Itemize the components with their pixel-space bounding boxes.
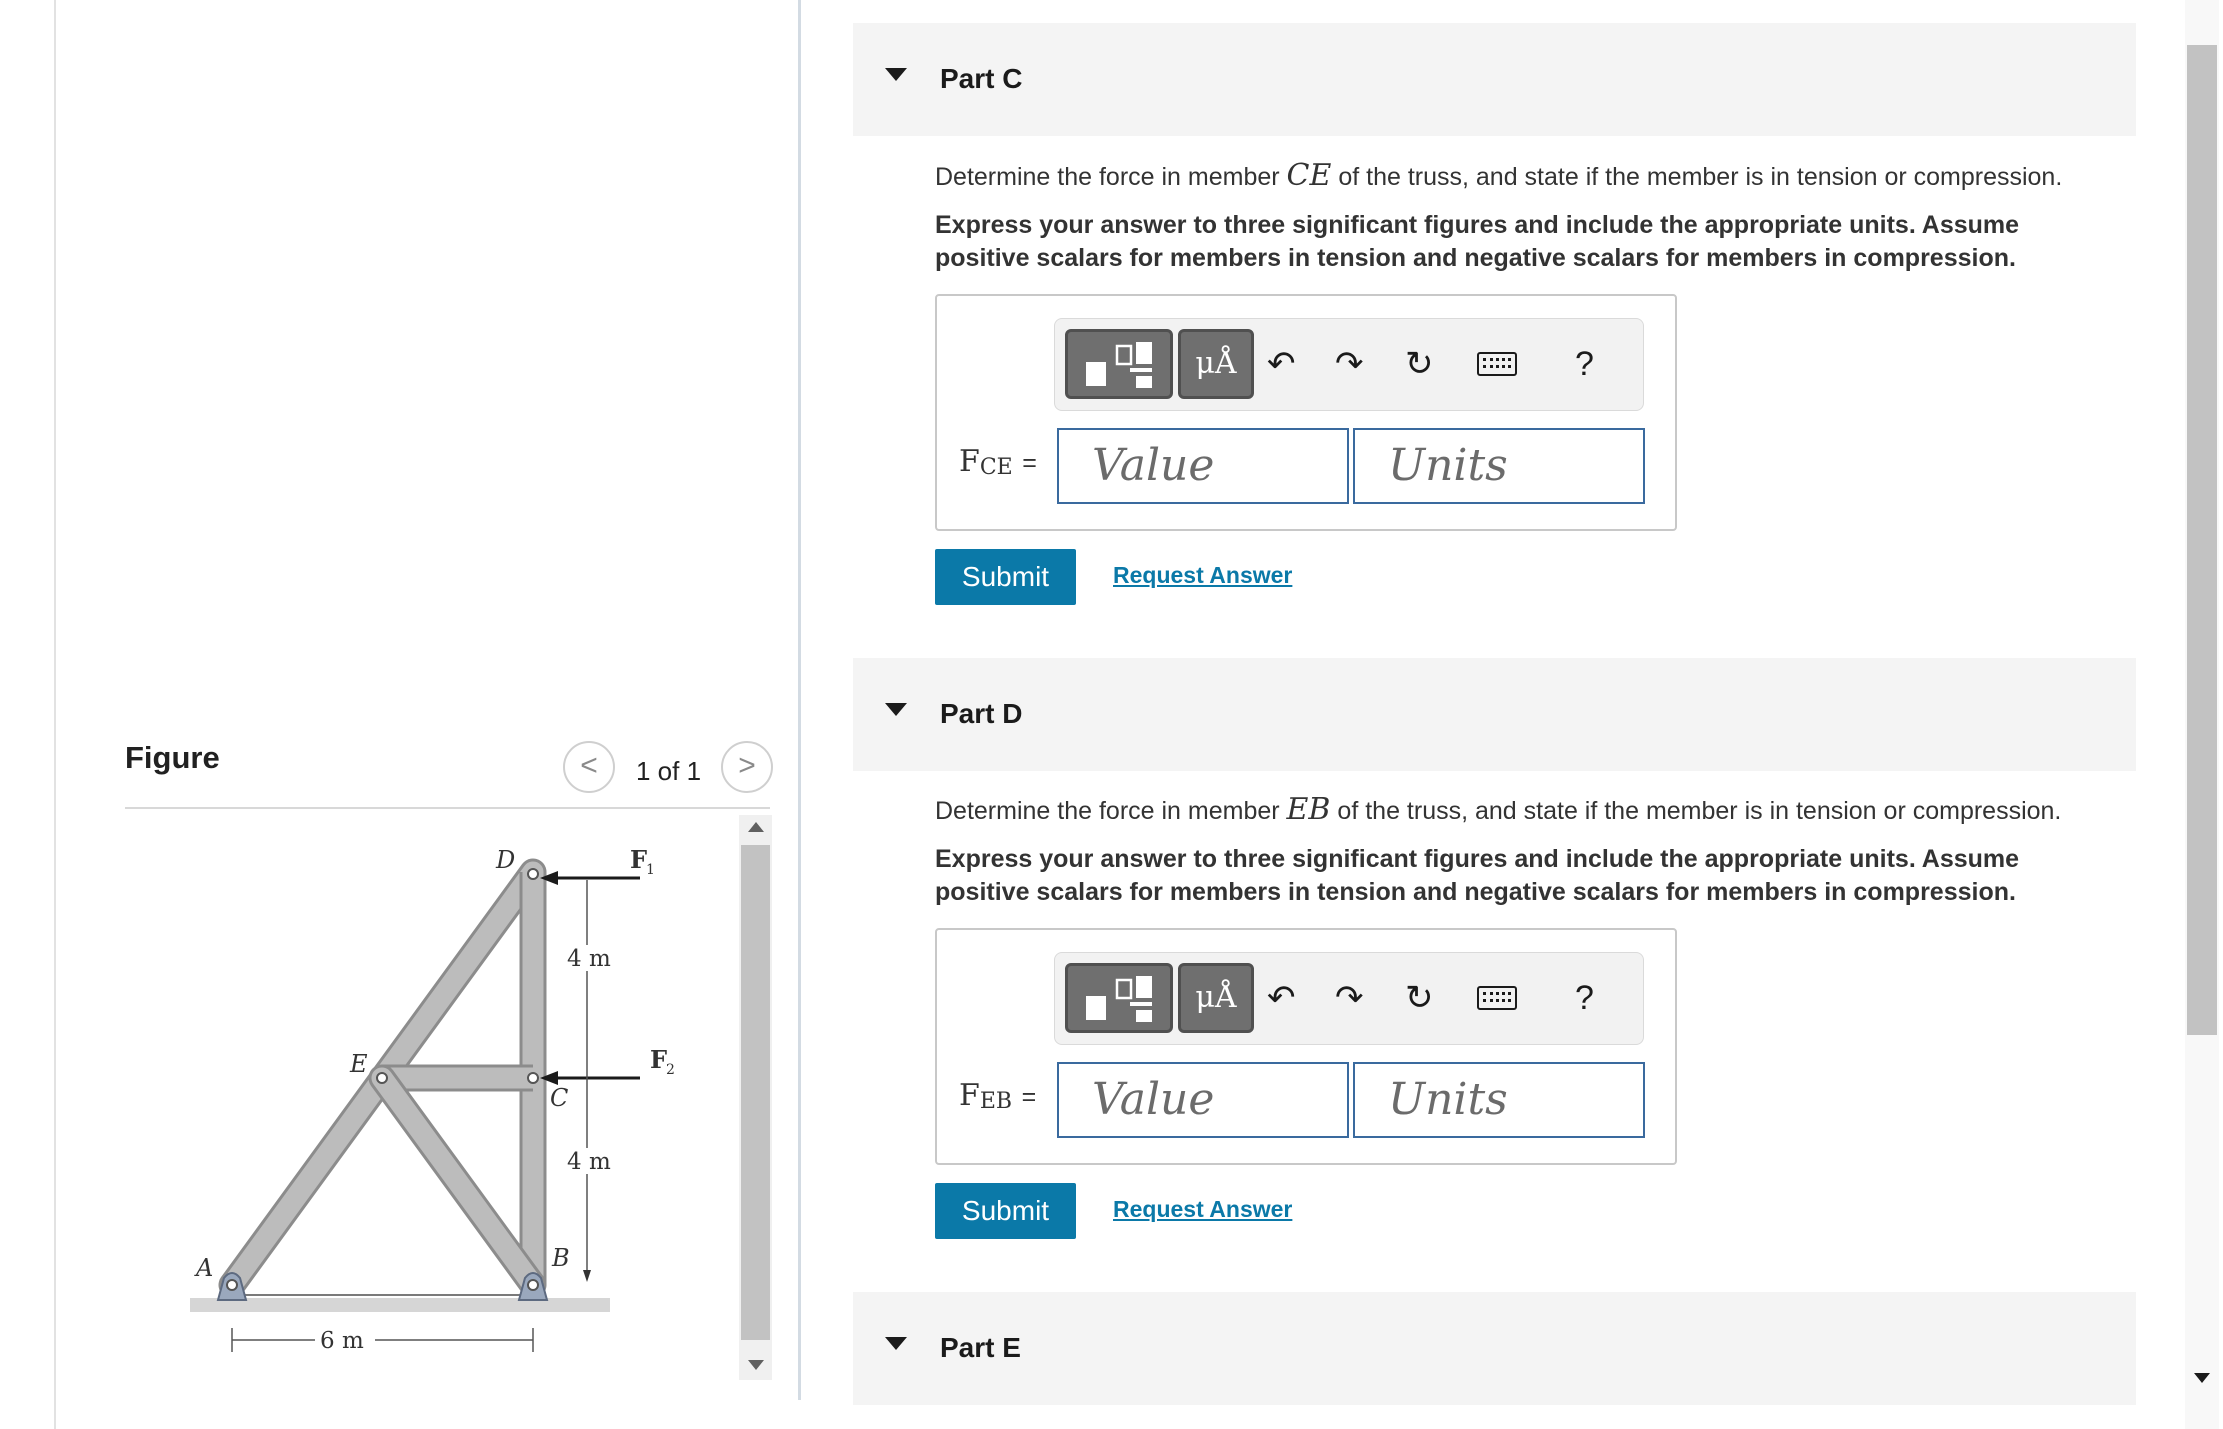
pin-C — [527, 1072, 539, 1084]
part-d-instructions: Express your answer to three significant… — [935, 845, 2020, 906]
units-button[interactable]: μÅ — [1178, 329, 1254, 399]
part-d-submit-button[interactable]: Submit — [935, 1183, 1076, 1239]
part-d-prompt: Determine the force in member EB of the … — [935, 792, 2062, 827]
pin-A — [226, 1279, 238, 1291]
dim-vertical-arrowhead — [583, 1270, 591, 1282]
undo-icon[interactable]: ↶ — [1267, 978, 1296, 1018]
help-button[interactable]: ? — [1575, 978, 1594, 1018]
figure-header-rule — [125, 807, 770, 809]
part-c-instructions: Express your answer to three significant… — [935, 211, 2020, 272]
units-input[interactable]: Units — [1353, 428, 1645, 504]
member-symbol: EB — [1286, 792, 1331, 827]
figure-next-button[interactable]: > — [721, 741, 773, 793]
keyboard-icon[interactable] — [1477, 352, 1517, 376]
member-symbol: CE — [1286, 158, 1332, 193]
help-button[interactable]: ? — [1575, 344, 1594, 384]
equation-label: FEB = — [959, 1078, 1037, 1114]
templates-button[interactable] — [1065, 329, 1173, 399]
label-dim-top: 4 m — [567, 946, 611, 972]
pin-E — [376, 1072, 388, 1084]
templates-button[interactable] — [1065, 963, 1173, 1033]
keyboard-icon[interactable] — [1477, 986, 1517, 1010]
figure-scroll-up-icon[interactable] — [748, 822, 764, 832]
undo-icon[interactable]: ↶ — [1267, 344, 1296, 384]
part-d-title: Part D — [940, 698, 1023, 729]
math-toolbar: μÅ ↶ ↷ ↻ ? — [1054, 318, 1644, 411]
page-scroll-down-icon[interactable] — [2194, 1373, 2210, 1383]
truss-figure: D E C B A F 1 F 2 4 m 4 m 6 m — [190, 845, 675, 1354]
figure-prev-button[interactable]: < — [563, 741, 615, 793]
value-input[interactable]: Value — [1057, 428, 1349, 504]
label-dim-mid: 4 m — [567, 1149, 611, 1175]
part-e-title: Part E — [940, 1332, 1021, 1363]
left-panel-rule — [54, 0, 56, 1429]
equation-label: FCE = — [959, 444, 1037, 480]
label-D: D — [495, 846, 515, 874]
label-F1-sub: 1 — [646, 862, 655, 878]
collapse-triangle-icon[interactable] — [885, 703, 907, 716]
part-c-submit-button[interactable]: Submit — [935, 549, 1076, 605]
math-toolbar: μÅ ↶ ↷ ↻ ? — [1054, 952, 1644, 1045]
page-scrollbar-thumb[interactable] — [2187, 45, 2217, 1035]
units-button[interactable]: μÅ — [1178, 963, 1254, 1033]
part-c-title: Part C — [940, 63, 1023, 94]
label-A: A — [194, 1254, 213, 1282]
member-EB-fill — [371, 1067, 544, 1296]
label-C: C — [550, 1084, 568, 1112]
part-c-answer-box: μÅ ↶ ↷ ↻ ? FCE = Value Units — [935, 294, 1677, 531]
part-e-header[interactable]: Part E — [853, 1292, 2136, 1405]
collapse-triangle-icon[interactable] — [885, 68, 907, 81]
label-dim-base: 6 m — [320, 1328, 364, 1354]
part-c-request-answer-link[interactable]: Request Answer — [1113, 562, 1292, 589]
part-d-answer-box: μÅ ↶ ↷ ↻ ? FEB = Value Units — [935, 928, 1677, 1165]
part-d-header[interactable]: Part D — [853, 658, 2136, 771]
units-input[interactable]: Units — [1353, 1062, 1645, 1138]
label-F1: F — [630, 845, 647, 874]
figure-scrollbar-thumb[interactable] — [741, 845, 770, 1340]
label-F2-sub: 2 — [666, 1062, 675, 1078]
label-F2: F — [650, 1045, 667, 1074]
figure-title: Figure — [125, 740, 220, 775]
templates-icon — [1086, 342, 1152, 388]
redo-icon[interactable]: ↷ — [1335, 344, 1364, 384]
part-c-prompt: Determine the force in member CE of the … — [935, 158, 2063, 193]
panel-divider — [798, 0, 801, 1400]
redo-icon[interactable]: ↷ — [1335, 978, 1364, 1018]
part-c-header[interactable]: Part C — [853, 23, 2136, 136]
collapse-triangle-icon[interactable] — [885, 1337, 907, 1350]
reset-icon[interactable]: ↻ — [1405, 344, 1434, 384]
pin-B — [527, 1279, 539, 1291]
templates-icon — [1086, 976, 1152, 1022]
label-E: E — [349, 1050, 368, 1078]
figure-scroll-down-icon[interactable] — [748, 1360, 764, 1370]
part-d-request-answer-link[interactable]: Request Answer — [1113, 1196, 1292, 1223]
value-input[interactable]: Value — [1057, 1062, 1349, 1138]
reset-icon[interactable]: ↻ — [1405, 978, 1434, 1018]
label-B: B — [551, 1244, 570, 1272]
pin-D — [527, 868, 539, 880]
figure-page-count: 1 of 1 — [636, 756, 702, 786]
